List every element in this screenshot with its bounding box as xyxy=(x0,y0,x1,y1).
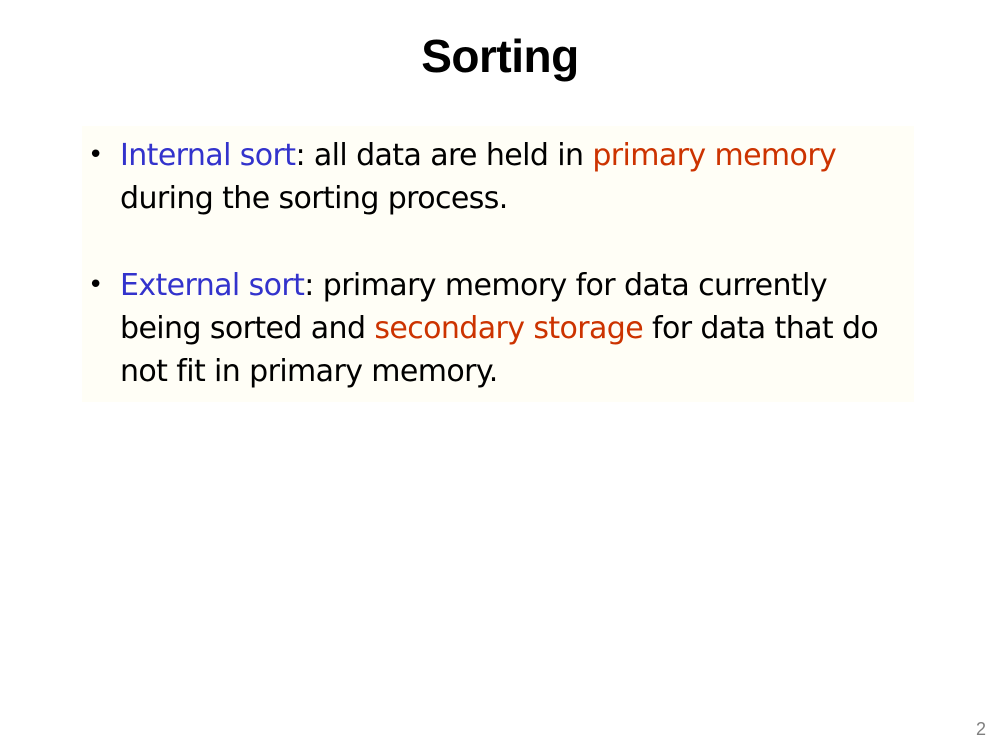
content-box: • Internal sort: all data are held in pr… xyxy=(82,126,914,402)
bullet-text-part: during the sorting process. xyxy=(120,181,508,216)
slide: Sorting • Internal sort: all data are he… xyxy=(0,0,1000,750)
slide-title: Sorting xyxy=(421,30,579,82)
bullet-dot-icon: • xyxy=(88,140,103,170)
bullet-text-part: all data are held in xyxy=(304,138,593,173)
page-number: 2 xyxy=(975,719,986,739)
term-internal-sort: Internal sort xyxy=(120,138,296,173)
colon: : xyxy=(295,138,305,173)
highlight-primary-memory: primary memory xyxy=(592,138,837,173)
bullet-text: Internal sort: all data are held in prim… xyxy=(120,134,914,220)
term-external-sort: External sort xyxy=(120,268,305,303)
highlight-secondary-storage: secondary storage xyxy=(374,311,644,346)
bullet-text: External sort: primary memory for data c… xyxy=(120,264,914,393)
colon: : xyxy=(304,268,314,303)
bullet-dot-icon: • xyxy=(88,270,103,300)
